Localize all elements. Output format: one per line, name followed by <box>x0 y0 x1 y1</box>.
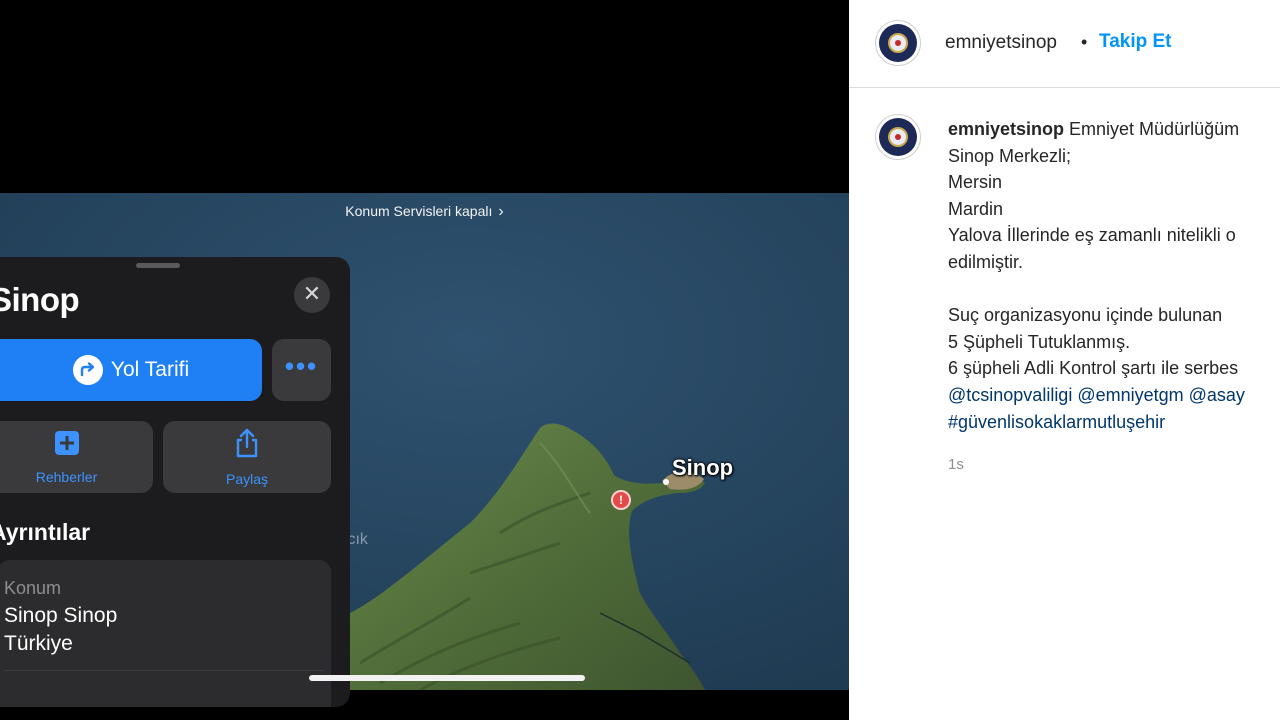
caption-text: Emniyet Müdürlüğüm <box>1064 119 1240 139</box>
guides-label: Rehberler <box>35 468 98 485</box>
share-label: Paylaş <box>225 470 269 487</box>
caption-first-line: emniyetsinop Emniyet Müdürlüğüm <box>948 116 1280 143</box>
share-icon <box>234 428 260 463</box>
directions-label: Yol Tarifi <box>110 358 190 381</box>
location-services-banner[interactable]: Konum Servisleri kapalı › <box>0 203 849 221</box>
caption-line: Yalova İllerinde eş zamanlı nitelikli o <box>948 225 1236 246</box>
caption-line: 6 şüpheli Adli Kontrol şartı ile serbes <box>948 358 1239 379</box>
details-heading: Ayrıntılar <box>0 519 91 545</box>
police-emblem-icon <box>879 118 917 156</box>
police-emblem-icon <box>879 24 917 62</box>
home-indicator[interactable] <box>309 675 585 681</box>
header-separator: • <box>1081 32 1088 52</box>
location-details-box: Konum Sinop Sinop Türkiye <box>0 560 331 707</box>
divider <box>4 670 324 671</box>
place-title: Sinop <box>0 281 80 318</box>
add-square-icon <box>54 430 80 461</box>
caption-line: Sinop Merkezli; <box>948 145 1072 166</box>
guides-button[interactable]: Rehberler <box>0 421 153 493</box>
chevron-right-icon: › <box>498 203 504 220</box>
map-screenshot: Konum Servisleri kapalı › Sinop ! ıcık Si… <box>0 0 849 720</box>
caption-line: edilmiştir. <box>948 251 1024 272</box>
caption-username[interactable]: emniyetsinop <box>948 119 1064 139</box>
place-card: Sinop ✕ Yol Tarifi ••• Rehberler Paylaş … <box>0 257 350 707</box>
share-button[interactable]: Paylaş <box>163 421 331 493</box>
location-key: Konum <box>4 578 62 598</box>
avatar[interactable] <box>875 20 921 66</box>
turn-right-arrow-icon <box>72 355 103 385</box>
location-value-line2: Türkiye <box>4 632 73 655</box>
instagram-post-panel: emniyetsinop • Takip Et emniyetsinop Emn… <box>849 0 1280 720</box>
header-username[interactable]: emniyetsinop <box>945 32 1057 54</box>
post-header: emniyetsinop • Takip Et <box>849 0 1280 88</box>
caption-line: Mersin <box>948 172 1003 193</box>
city-dot-marker <box>663 479 669 485</box>
caption-line: Suç organizasyonu içinde bulunan <box>948 305 1223 326</box>
map-city-label[interactable]: Sinop <box>672 455 733 481</box>
caption-avatar[interactable] <box>875 114 921 160</box>
caption-line: Mardin <box>948 198 1004 219</box>
follow-button[interactable]: Takip Et <box>1099 31 1172 53</box>
post-caption: emniyetsinop Emniyet Müdürlüğüm Sinop Me… <box>948 116 1280 435</box>
directions-button[interactable]: Yol Tarifi <box>0 339 262 401</box>
card-grabber-handle[interactable] <box>136 263 180 268</box>
caption-hashtag[interactable]: #güvenlisokaklarmutluşehir <box>948 409 1280 436</box>
close-button[interactable]: ✕ <box>294 277 330 313</box>
ellipsis-icon: ••• <box>284 351 319 381</box>
close-icon: ✕ <box>302 281 322 306</box>
caption-mentions[interactable]: @tcsinopvaliligi @emniyetgm @asay <box>948 382 1280 409</box>
location-pin-icon[interactable]: ! <box>611 490 631 510</box>
location-services-label: Konum Servisleri kapalı <box>345 203 493 219</box>
caption-line: 5 Şüpheli Tutuklanmış. <box>948 331 1131 352</box>
post-timestamp[interactable]: 1s <box>948 456 964 473</box>
location-value-line1: Sinop Sinop <box>4 604 118 627</box>
more-options-button[interactable]: ••• <box>272 339 331 401</box>
